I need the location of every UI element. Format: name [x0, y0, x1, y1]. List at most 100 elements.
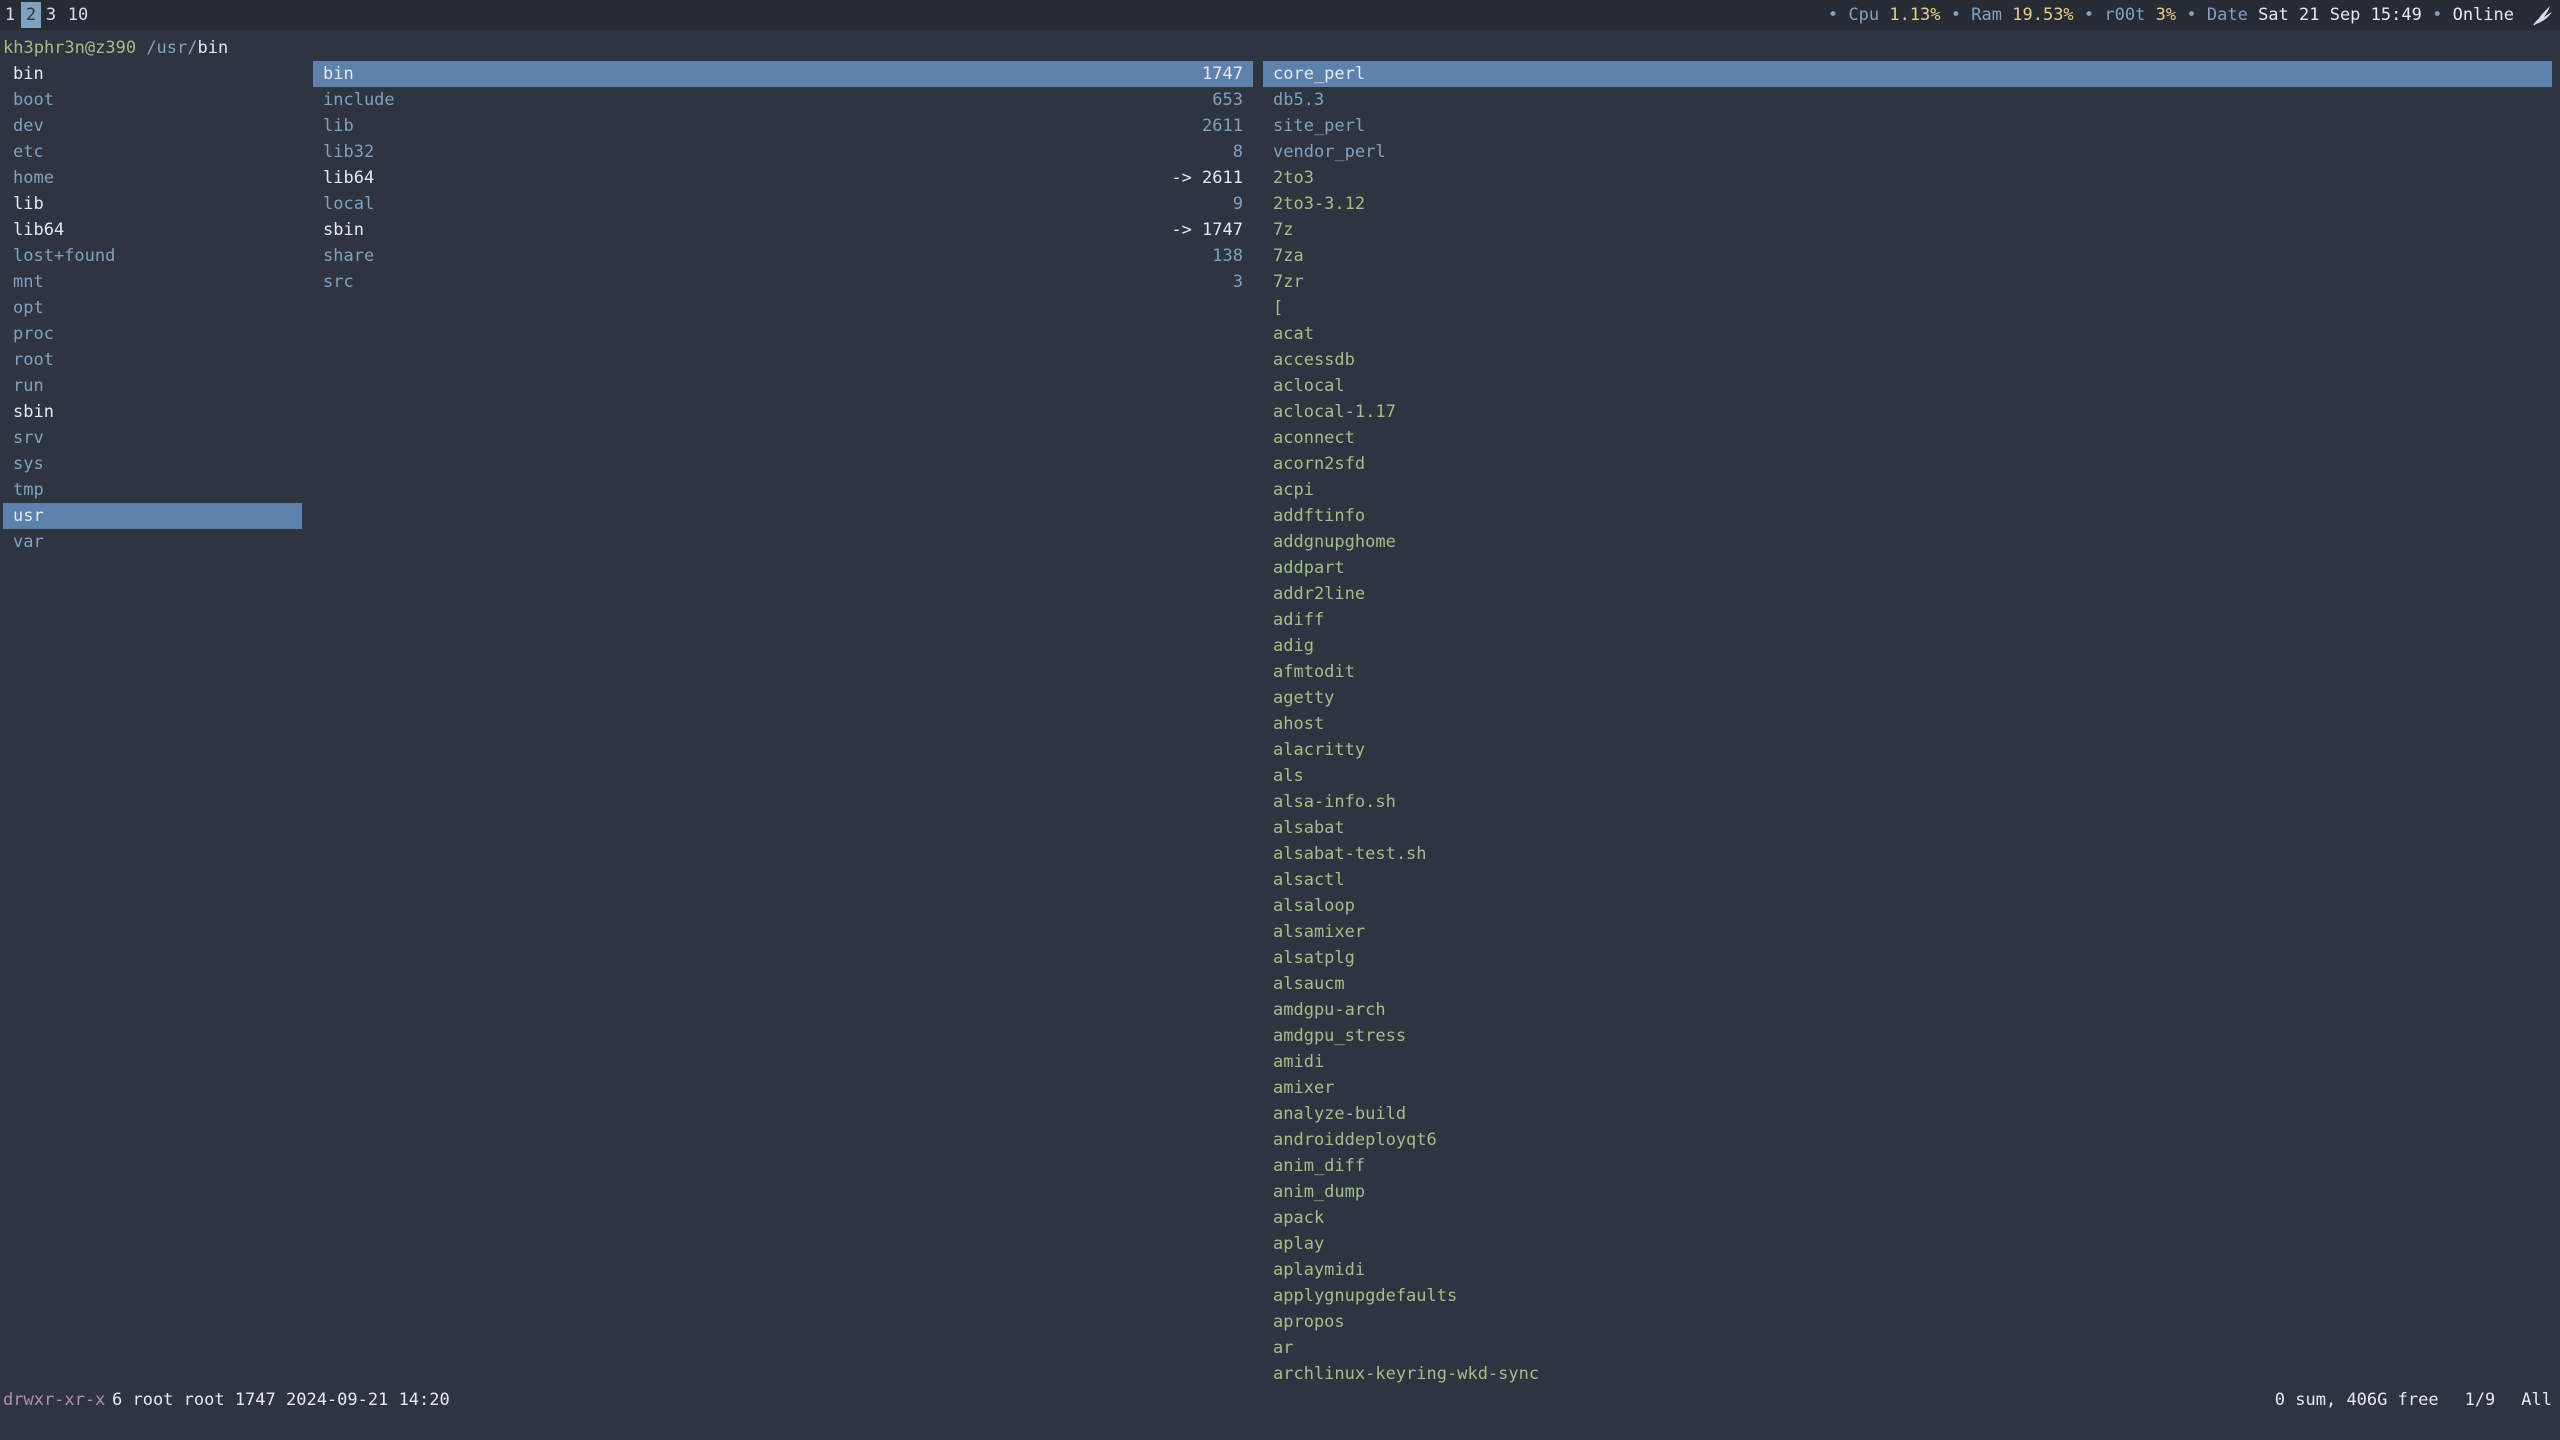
file-row[interactable]: dev: [3, 113, 302, 139]
file-row[interactable]: ar: [1263, 1335, 2552, 1361]
ram-value: 19.53%: [2012, 5, 2074, 25]
file-name: proc: [13, 324, 54, 344]
file-row[interactable]: aclocal: [1263, 373, 2552, 399]
workspace-2-active[interactable]: 2: [21, 2, 41, 28]
file-row[interactable]: addftinfo: [1263, 503, 2552, 529]
file-row[interactable]: lib32 8: [313, 139, 1253, 165]
file-row[interactable]: bin: [3, 61, 302, 87]
file-row[interactable]: db5.3: [1263, 87, 2552, 113]
file-row[interactable]: tmp: [3, 477, 302, 503]
file-row[interactable]: apack: [1263, 1205, 2552, 1231]
file-row[interactable]: androiddeployqt6: [1263, 1127, 2552, 1153]
workspace-1[interactable]: 1: [2, 2, 18, 28]
file-row[interactable]: sbin: [3, 399, 302, 425]
file-row[interactable]: root: [3, 347, 302, 373]
file-row[interactable]: amidi: [1263, 1049, 2552, 1075]
file-row[interactable]: adiff: [1263, 607, 2552, 633]
file-row[interactable]: [: [1263, 295, 2552, 321]
file-name: mnt: [13, 272, 44, 292]
file-row[interactable]: anim_diff: [1263, 1153, 2552, 1179]
file-name: alsabat-test.sh: [1273, 844, 1427, 864]
file-row[interactable]: site_perl: [1263, 113, 2552, 139]
file-row[interactable]: aplaymidi: [1263, 1257, 2552, 1283]
file-row[interactable]: home: [3, 165, 302, 191]
file-row[interactable]: archlinux-keyring-wkd-sync: [1263, 1361, 2552, 1387]
file-row[interactable]: lib 2611: [313, 113, 1253, 139]
file-row[interactable]: lost+found: [3, 243, 302, 269]
file-row[interactable]: acat: [1263, 321, 2552, 347]
file-row[interactable]: acpi: [1263, 477, 2552, 503]
file-row[interactable]: alsamixer: [1263, 919, 2552, 945]
file-row[interactable]: amixer: [1263, 1075, 2552, 1101]
file-row[interactable]: opt: [3, 295, 302, 321]
file-row[interactable]: ahost: [1263, 711, 2552, 737]
file-row[interactable]: addgnupghome: [1263, 529, 2552, 555]
file-row[interactable]: alsabat: [1263, 815, 2552, 841]
file-row[interactable]: lib64: [3, 217, 302, 243]
workspace-3[interactable]: 3: [43, 2, 59, 28]
file-row[interactable]: alacritty: [1263, 737, 2552, 763]
file-row[interactable]: boot: [3, 87, 302, 113]
file-row[interactable]: alsabat-test.sh: [1263, 841, 2552, 867]
file-row[interactable]: amdgpu_stress: [1263, 1023, 2552, 1049]
file-row[interactable]: mnt: [3, 269, 302, 295]
file-name: 7za: [1273, 246, 1304, 266]
file-row[interactable]: aconnect: [1263, 425, 2552, 451]
file-row[interactable]: run: [3, 373, 302, 399]
file-row[interactable]: src 3: [313, 269, 1253, 295]
file-row[interactable]: sys: [3, 451, 302, 477]
file-row[interactable]: 2to3: [1263, 165, 2552, 191]
file-row[interactable]: addpart: [1263, 555, 2552, 581]
file-row[interactable]: agetty: [1263, 685, 2552, 711]
file-row[interactable]: sbin -> 1747: [313, 217, 1253, 243]
file-name: sbin: [13, 402, 54, 422]
file-row[interactable]: applygnupgdefaults: [1263, 1283, 2552, 1309]
file-row[interactable]: srv: [3, 425, 302, 451]
file-row[interactable]: alsa-info.sh: [1263, 789, 2552, 815]
file-row[interactable]: local 9: [313, 191, 1253, 217]
file-name: aplaymidi: [1273, 1260, 1366, 1280]
file-row[interactable]: amdgpu-arch: [1263, 997, 2552, 1023]
file-row[interactable]: etc: [3, 139, 302, 165]
file-row[interactable]: apropos: [1263, 1309, 2552, 1335]
file-row[interactable]: 2to3-3.12: [1263, 191, 2552, 217]
file-row[interactable]: alsactl: [1263, 867, 2552, 893]
file-row[interactable]: lib64 -> 2611: [313, 165, 1253, 191]
file-row[interactable]: 7zr: [1263, 269, 2552, 295]
file-row[interactable]: bin 1747: [313, 61, 1253, 87]
file-name: [: [1273, 298, 1284, 318]
file-row[interactable]: lib: [3, 191, 302, 217]
file-row[interactable]: alsaucm: [1263, 971, 2552, 997]
file-row[interactable]: alsaloop: [1263, 893, 2552, 919]
file-row[interactable]: usr: [3, 503, 302, 529]
file-row[interactable]: proc: [3, 321, 302, 347]
file-row[interactable]: adig: [1263, 633, 2552, 659]
file-row[interactable]: aclocal-1.17: [1263, 399, 2552, 425]
file-name: lib64: [13, 220, 65, 240]
file-row[interactable]: share 138: [313, 243, 1253, 269]
file-row[interactable]: alsatplg: [1263, 945, 2552, 971]
file-name: adiff: [1273, 610, 1325, 630]
file-row[interactable]: accessdb: [1263, 347, 2552, 373]
file-row[interactable]: aplay: [1263, 1231, 2552, 1257]
file-row[interactable]: var: [3, 529, 302, 555]
file-row[interactable]: als: [1263, 763, 2552, 789]
network-status: Online: [2452, 5, 2514, 25]
file-row[interactable]: addr2line: [1263, 581, 2552, 607]
status-bullet: •: [1827, 5, 1839, 25]
file-row[interactable]: analyze-build: [1263, 1101, 2552, 1127]
file-name: opt: [13, 298, 44, 318]
item-count: 653: [1212, 90, 1243, 110]
file-row[interactable]: include 653: [313, 87, 1253, 113]
file-name: amixer: [1273, 1078, 1335, 1098]
file-name: sbin: [323, 220, 364, 240]
file-row[interactable]: 7z: [1263, 217, 2552, 243]
file-row[interactable]: core_perl: [1263, 61, 2552, 87]
file-row[interactable]: anim_dump: [1263, 1179, 2552, 1205]
file-row[interactable]: vendor_perl: [1263, 139, 2552, 165]
file-row[interactable]: acorn2sfd: [1263, 451, 2552, 477]
file-row[interactable]: afmtodit: [1263, 659, 2552, 685]
file-row[interactable]: 7za: [1263, 243, 2552, 269]
file-name: alsatplg: [1273, 948, 1355, 968]
workspace-10[interactable]: 10: [65, 2, 91, 28]
